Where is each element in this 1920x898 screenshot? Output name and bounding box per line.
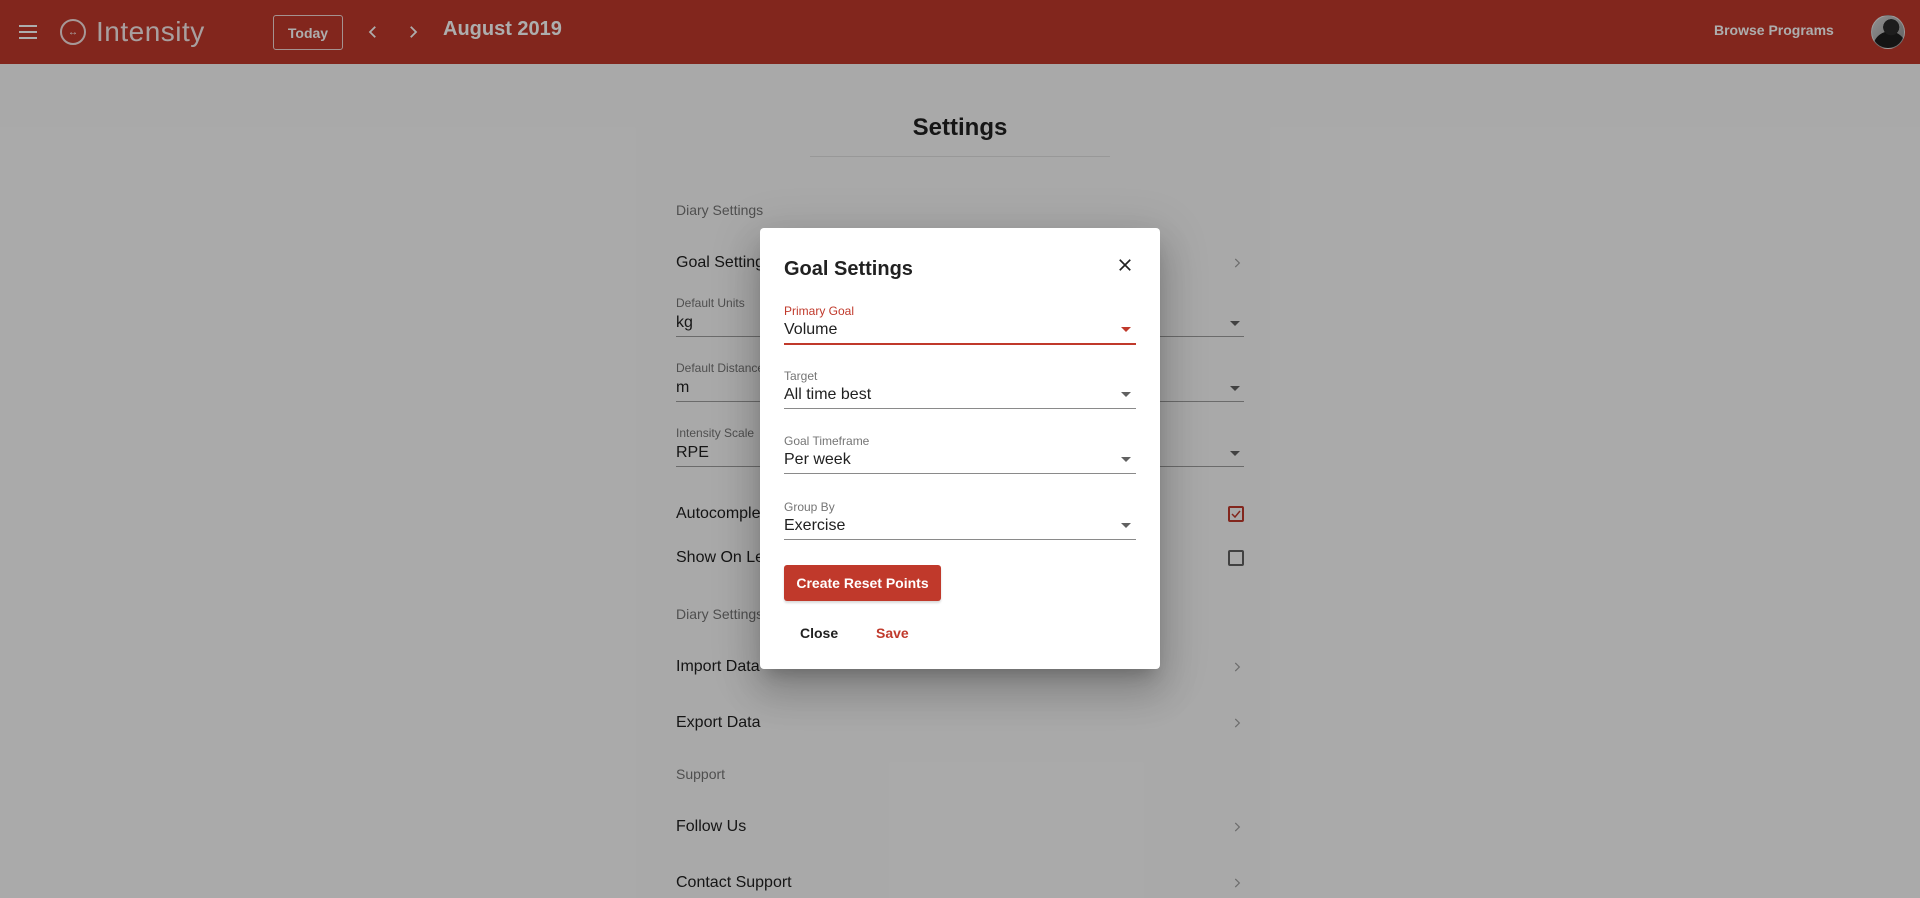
primary-goal-value: Volume <box>784 321 838 338</box>
goal-timeframe-label: Goal Timeframe <box>784 434 870 448</box>
dialog-title: Goal Settings <box>784 258 913 280</box>
target-value: All time best <box>784 386 872 403</box>
save-button[interactable]: Save <box>876 625 909 641</box>
group-by-value: Exercise <box>784 517 846 534</box>
create-reset-points-button[interactable]: Create Reset Points <box>784 565 941 601</box>
primary-goal-select[interactable]: Primary Goal Volume <box>784 304 1136 345</box>
close-button[interactable]: Close <box>800 625 838 641</box>
caret-down-icon <box>1121 327 1131 332</box>
goal-settings-dialog: Goal Settings Primary Goal Volume Target… <box>760 228 1160 669</box>
close-icon[interactable] <box>1112 252 1138 278</box>
target-select[interactable]: Target All time best <box>784 369 1136 409</box>
group-by-select[interactable]: Group By Exercise <box>784 500 1136 540</box>
caret-down-icon <box>1121 457 1131 462</box>
goal-timeframe-select[interactable]: Goal Timeframe Per week <box>784 434 1136 474</box>
target-label: Target <box>784 369 818 383</box>
primary-goal-label: Primary Goal <box>784 304 855 318</box>
caret-down-icon <box>1121 392 1131 397</box>
goal-timeframe-value: Per week <box>784 451 851 468</box>
caret-down-icon <box>1121 523 1131 528</box>
group-by-label: Group By <box>784 500 835 514</box>
